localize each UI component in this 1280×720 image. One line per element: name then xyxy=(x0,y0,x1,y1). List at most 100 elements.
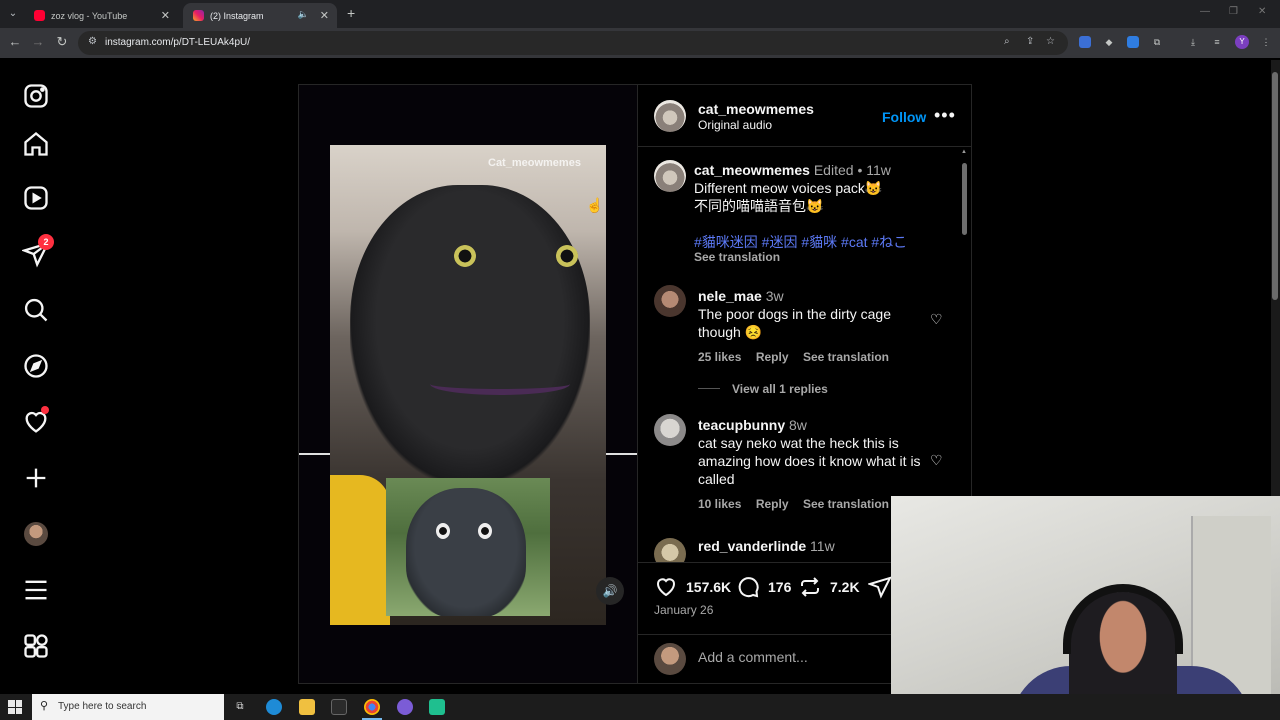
reply-button[interactable]: Reply xyxy=(756,497,789,511)
comment-likes[interactable]: 25 likes xyxy=(698,350,741,364)
scroll-up-arrow-icon[interactable]: ▲ xyxy=(961,149,967,155)
comment-count[interactable]: 176 xyxy=(768,579,791,595)
comment-age[interactable]: 11w xyxy=(810,538,835,554)
install-app-icon[interactable]: ⇪ xyxy=(1026,36,1034,47)
video-divider-right xyxy=(606,453,637,455)
author-avatar[interactable] xyxy=(654,100,686,132)
commenter-username[interactable]: red_vanderlinde xyxy=(698,538,806,554)
comment-age[interactable]: 8w xyxy=(789,417,807,433)
reply-button[interactable]: Reply xyxy=(756,350,789,364)
repost-action[interactable]: 7.2K xyxy=(798,575,860,599)
comment-age[interactable]: 3w xyxy=(766,288,784,304)
see-translation-link[interactable]: See translation xyxy=(803,350,889,364)
post-media[interactable]: Cat_meowmemes ☝ 🔊 xyxy=(299,85,637,683)
search-icon[interactable] xyxy=(22,296,50,324)
like-comment-heart-icon[interactable]: ♡ xyxy=(930,311,943,328)
chrome-menu-icon[interactable]: ⋮ xyxy=(1260,36,1272,48)
address-bar[interactable]: ⚙ instagram.com/p/DT-LEUAk4pU/ ⌕ ⇪ ☆ xyxy=(78,31,1068,55)
discord-icon[interactable] xyxy=(397,699,413,715)
comment-likes[interactable]: 10 likes xyxy=(698,497,741,511)
tab-instagram[interactable]: (2) Instagram 🔈 ✕ xyxy=(183,3,337,28)
zoom-icon[interactable]: ⌕ xyxy=(1004,36,1010,47)
tab-search-chevron-icon[interactable]: ⌄ xyxy=(5,6,21,22)
close-tab-icon[interactable]: ✕ xyxy=(161,9,170,22)
caption-hashtags[interactable]: #貓咪迷因 #迷因 #貓咪 #cat #ねこ xyxy=(694,233,907,251)
profile-avatar[interactable]: Y xyxy=(1235,35,1249,49)
cat-eye xyxy=(556,245,578,267)
reading-list-icon[interactable]: ≡ xyxy=(1211,36,1223,48)
youtube-icon xyxy=(34,10,45,21)
caption-username[interactable]: cat_meowmemes xyxy=(694,162,810,178)
caption-avatar[interactable] xyxy=(654,160,686,192)
bookmark-star-icon[interactable]: ☆ xyxy=(1046,36,1055,47)
commenter-avatar[interactable] xyxy=(654,285,686,317)
reload-icon[interactable]: ↻ xyxy=(54,34,70,50)
close-tab-icon[interactable]: ✕ xyxy=(320,9,329,22)
buffalo-inset-image xyxy=(386,478,550,616)
reels-icon[interactable] xyxy=(22,184,50,212)
taskbar-search[interactable]: ⚲ Type here to search xyxy=(32,694,224,720)
commenter-username[interactable]: nele_mae xyxy=(698,288,762,304)
page-scroll-thumb[interactable] xyxy=(1272,72,1278,300)
windows-start-icon[interactable] xyxy=(8,700,22,714)
notifications-heart-icon[interactable] xyxy=(22,406,50,436)
back-arrow-icon[interactable]: ← xyxy=(7,34,23,49)
also-from-meta-icon[interactable] xyxy=(22,632,50,660)
downloads-icon[interactable]: ⤓ xyxy=(1187,36,1199,48)
like-comment-heart-icon[interactable]: ♡ xyxy=(930,452,943,469)
file-explorer-icon[interactable] xyxy=(299,699,315,715)
translate-extension-icon[interactable] xyxy=(1079,36,1091,48)
comment-text: cat say neko wat the heck this is amazin… xyxy=(698,435,921,487)
video-divider-left xyxy=(299,453,330,455)
instagram-logo-icon[interactable] xyxy=(22,82,50,110)
extension-blue-icon[interactable] xyxy=(1127,36,1139,48)
more-menu-icon[interactable] xyxy=(22,576,50,604)
tab-youtube[interactable]: zoz vlog - YouTube ✕ xyxy=(24,3,178,28)
author-username[interactable]: cat_meowmemes xyxy=(698,101,814,117)
repost-icon[interactable] xyxy=(798,575,822,599)
maximize-icon[interactable]: ❐ xyxy=(1229,6,1238,17)
like-action[interactable]: 157.6K xyxy=(654,575,731,599)
forward-arrow-icon[interactable]: → xyxy=(30,34,46,49)
mute-toggle-icon[interactable]: 🔊 xyxy=(596,577,624,605)
commenter-avatar[interactable] xyxy=(654,414,686,446)
add-comment-input[interactable]: Add a comment... xyxy=(698,649,808,665)
messages-icon[interactable]: 2 xyxy=(20,234,54,268)
commenter-avatar[interactable] xyxy=(654,538,686,562)
extension-diamond-icon[interactable]: ◆ xyxy=(1103,36,1115,48)
view-replies-link[interactable]: View all 1 replies xyxy=(732,382,828,396)
chrome-icon[interactable] xyxy=(364,699,380,715)
commenter-username[interactable]: teacupbunny xyxy=(698,417,785,433)
scroll-thumb[interactable] xyxy=(962,163,967,235)
url-text[interactable]: instagram.com/p/DT-LEUAk4pU/ xyxy=(105,37,250,48)
create-plus-icon[interactable] xyxy=(22,464,50,492)
profile-nav-item[interactable] xyxy=(22,520,50,548)
post-date[interactable]: January 26 xyxy=(654,603,713,617)
extensions-puzzle-icon[interactable]: ⧉ xyxy=(1151,36,1163,48)
follow-button[interactable]: Follow xyxy=(882,109,926,125)
more-options-icon[interactable]: ••• xyxy=(934,105,956,126)
audio-label[interactable]: Original audio xyxy=(698,118,772,132)
app-icon[interactable] xyxy=(429,699,445,715)
task-view-icon[interactable]: ⧉ xyxy=(232,699,248,715)
reel-video[interactable]: Cat_meowmemes xyxy=(330,145,606,625)
share-paper-plane-icon[interactable] xyxy=(868,575,892,599)
explore-compass-icon[interactable] xyxy=(22,352,50,380)
see-translation-link[interactable]: See translation xyxy=(694,250,780,264)
like-count[interactable]: 157.6K xyxy=(686,579,731,595)
audio-playing-icon[interactable]: 🔈 xyxy=(298,9,309,20)
home-icon[interactable] xyxy=(22,130,50,158)
store-icon[interactable] xyxy=(331,699,347,715)
site-info-icon[interactable]: ⚙ xyxy=(88,36,97,47)
heart-icon[interactable] xyxy=(654,575,678,599)
see-translation-link[interactable]: See translation xyxy=(803,497,889,511)
caption-age[interactable]: 11w xyxy=(866,162,891,178)
minimize-icon[interactable]: — xyxy=(1200,6,1210,17)
comment-action[interactable]: 176 xyxy=(736,575,791,599)
close-window-icon[interactable]: ✕ xyxy=(1258,6,1266,17)
edge-icon[interactable] xyxy=(266,699,282,715)
taskbar-search-placeholder[interactable]: Type here to search xyxy=(58,701,146,712)
comment-bubble-icon[interactable] xyxy=(736,575,760,599)
new-tab-plus-icon[interactable]: + xyxy=(347,5,355,21)
repost-count[interactable]: 7.2K xyxy=(830,579,860,595)
